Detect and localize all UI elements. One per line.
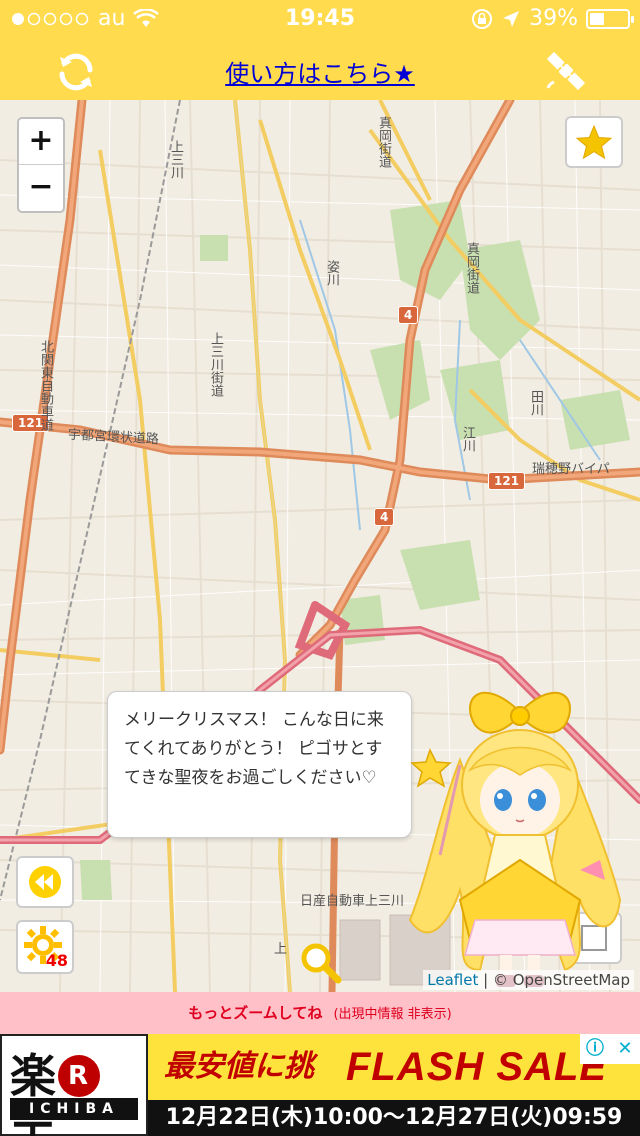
notice-sub[interactable]: (出現中情報 非表示) (333, 1007, 451, 1022)
notice-main: もっとズームしてね (188, 1004, 323, 1022)
osm-attribution[interactable]: | © OpenStreetMap (483, 971, 630, 989)
star-icon (575, 124, 613, 160)
ad-dates: 12月22日(木)10:00〜12月27日(火)09:59 (148, 1100, 640, 1136)
map-label: 瑞穂野バイパ (532, 462, 610, 477)
map-label: 真岡街道 (464, 242, 479, 294)
ad-logo-r: R (58, 1054, 100, 1097)
map-label: 江川 (460, 426, 475, 452)
zoom-notice: もっとズームしてね (出現中情報 非表示) (0, 992, 640, 1034)
status-bar: au 19:45 39% (0, 0, 640, 40)
ad-logo: 楽R天 ICHIBA (0, 1034, 148, 1136)
battery-percent: 39% (529, 6, 578, 31)
map-label: 真岡街道 (376, 116, 391, 168)
ad-tagline: 最安値に挑戦 (152, 1038, 330, 1136)
battery-icon (586, 8, 634, 29)
map-label: 上三川街道 (208, 332, 223, 397)
ad-close-icon[interactable]: ✕ (610, 1034, 640, 1064)
magnifier-icon[interactable] (296, 938, 344, 986)
map-label: 日産自動車上三川 (300, 894, 405, 909)
ad-logo-text: 楽R天 (10, 1040, 146, 1136)
favorite-button[interactable] (565, 116, 623, 168)
sun-count: 48 (45, 951, 68, 970)
map-label: 上三川 (168, 140, 183, 179)
map-label: 姿川 (324, 260, 339, 286)
rotation-lock-icon (472, 8, 493, 29)
route-4-shield: 4 (374, 508, 395, 526)
route-121-shield: 121 (488, 472, 526, 490)
ad-headline: FLASH SALE (346, 1045, 608, 1089)
map-label: 北関東自動車道 (38, 340, 53, 431)
route-4-shield: 4 (398, 306, 419, 324)
app-header: 使い方はこちら★ (0, 40, 640, 100)
status-right: 39% (471, 6, 634, 31)
satellite-icon[interactable] (540, 46, 592, 96)
ad-banner[interactable]: 楽R天 ICHIBA 最安値に挑戦 FLASH SALE 12月22日(木)10… (0, 1034, 640, 1136)
map-label: 田川 (528, 390, 543, 416)
ad-info-icon[interactable]: ⓘ (580, 1034, 610, 1064)
weather-button[interactable]: 48 (16, 920, 74, 974)
rewind-button[interactable] (16, 856, 74, 908)
zoom-in-button[interactable]: + (19, 119, 63, 165)
zoom-control: + − (17, 117, 65, 213)
rewind-icon (29, 866, 61, 898)
map-label: 上 (274, 942, 288, 957)
map-attribution: Leaflet | © OpenStreetMap (423, 970, 634, 990)
map-view[interactable]: 121 121 4 4 宇都宮環状道路 瑞穂野バイパ 真岡街道 真岡街道 上三川… (0, 100, 640, 992)
ad-controls: ⓘ ✕ (580, 1034, 640, 1064)
speech-bubble: メリークリスマス！ こんな日に来てくれてありがとう！ ピゴサとすてきな聖夜をお過… (107, 691, 412, 838)
ad-logo-sub: ICHIBA (10, 1098, 138, 1120)
leaflet-link[interactable]: Leaflet (427, 971, 478, 989)
zoom-out-button[interactable]: − (19, 165, 63, 211)
location-arrow-icon (503, 10, 520, 27)
ad-logo-left: 楽 (10, 1049, 58, 1103)
character-illustration (408, 691, 622, 987)
